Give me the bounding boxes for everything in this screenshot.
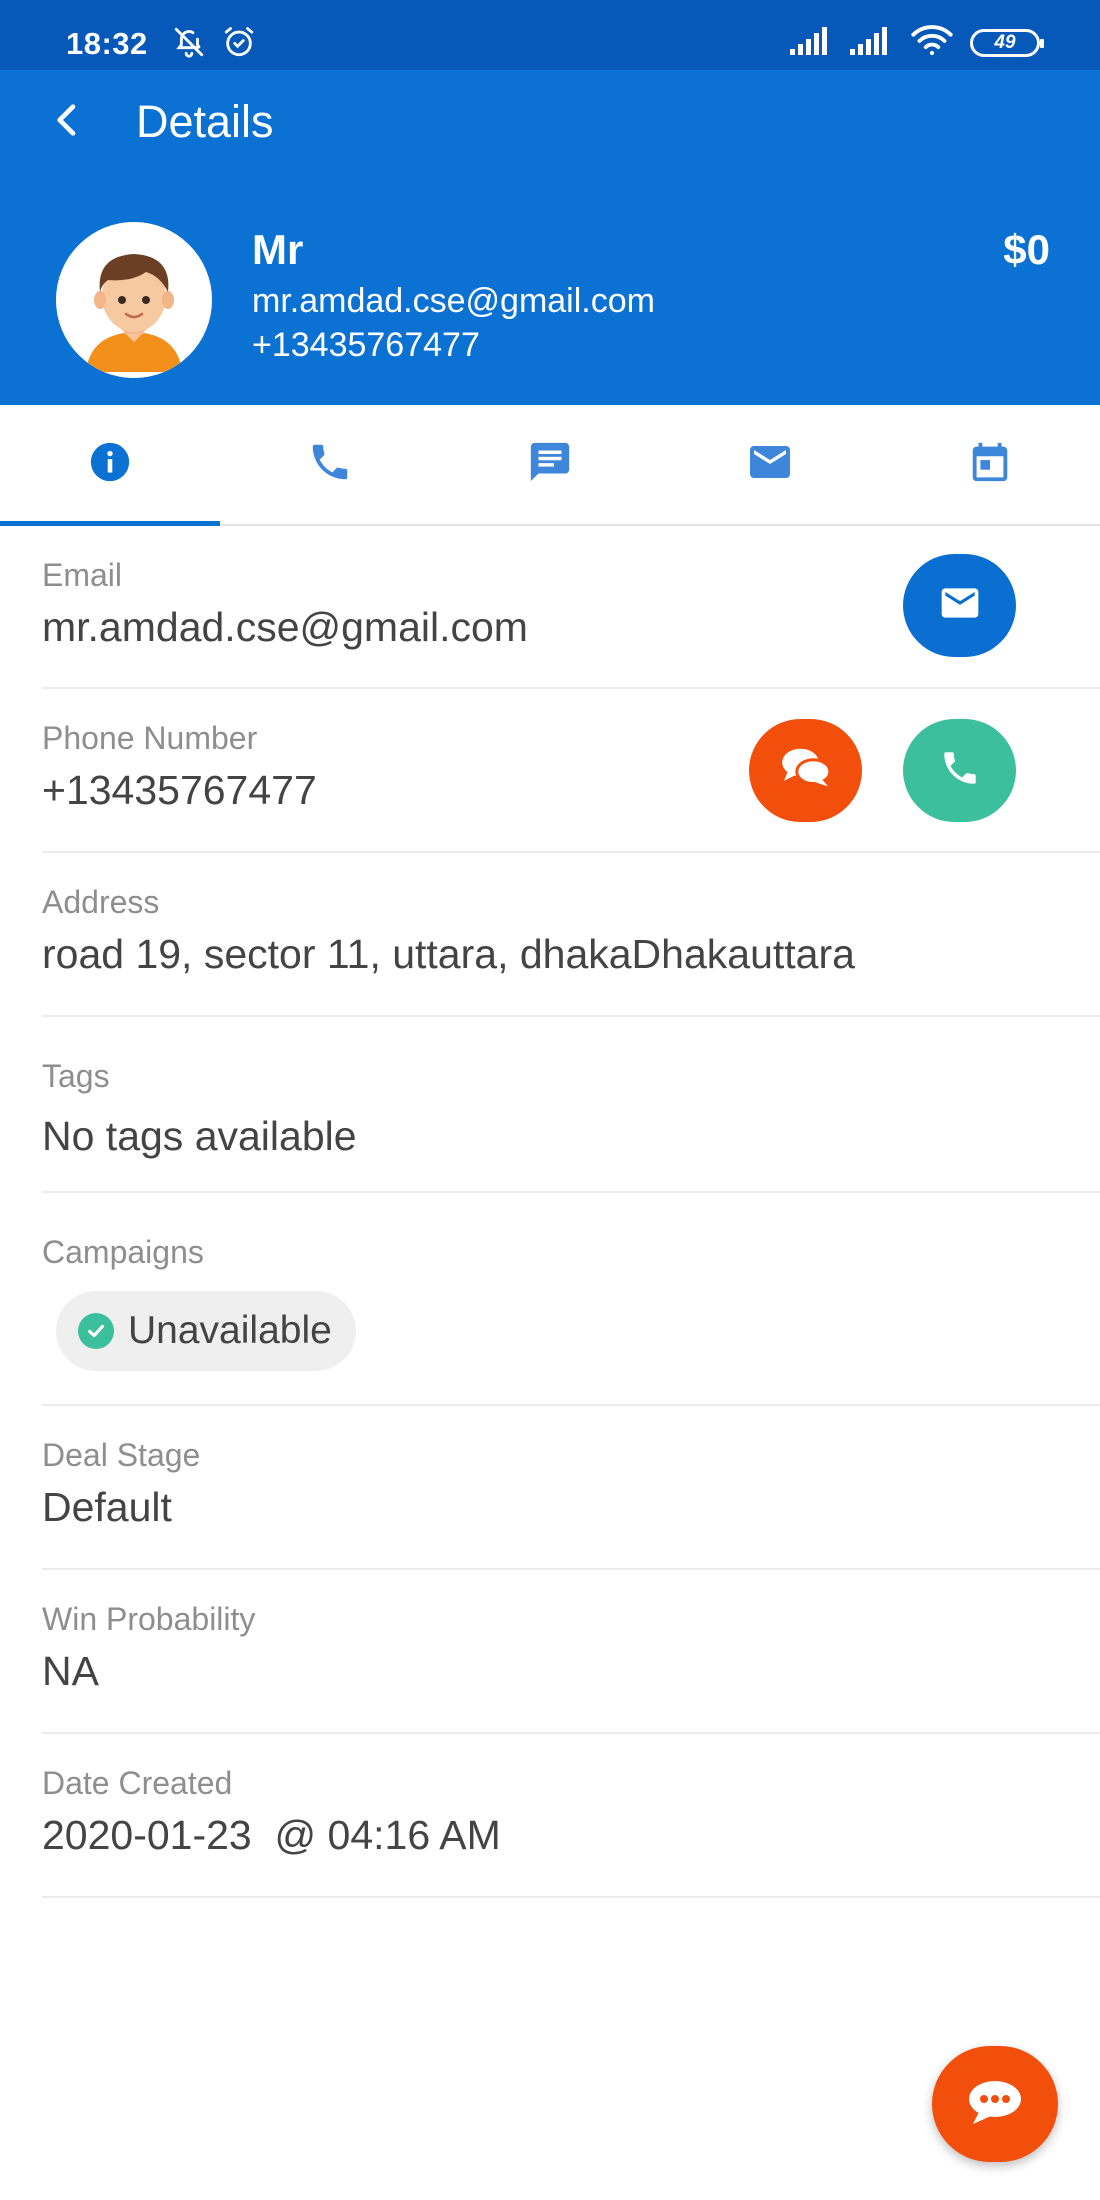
address-label: Address [42, 884, 160, 920]
tab-calendar[interactable] [880, 405, 1100, 524]
signal-icon [850, 25, 894, 60]
status-icons-left [172, 25, 256, 64]
contact-name: Mr [252, 226, 304, 273]
wifi-icon [910, 24, 954, 61]
page-title: Details [136, 96, 274, 147]
call-button[interactable] [903, 719, 1016, 822]
chat-bubbles-icon [780, 746, 832, 795]
status-icons-right: 49 [790, 24, 1044, 61]
win-probability-label: Win Probability [42, 1601, 256, 1637]
campaign-chip[interactable]: Unavailable [56, 1291, 356, 1371]
send-email-button[interactable] [903, 554, 1016, 657]
address-value: road 19, sector 11, uttara, dhakaDhakaut… [42, 931, 855, 977]
tab-emails[interactable] [660, 405, 880, 524]
win-probability-field-row: Win Probability NA [42, 1570, 1100, 1734]
send-sms-button[interactable] [749, 719, 862, 822]
deal-stage-label: Deal Stage [42, 1437, 201, 1473]
alarm-icon [222, 25, 256, 64]
deal-stage-value: Default [42, 1484, 172, 1530]
bell-off-icon [172, 25, 206, 64]
contact-email: mr.amdad.cse@gmail.com [252, 282, 655, 320]
detail-tabs [0, 405, 1100, 526]
info-icon [87, 439, 133, 490]
battery-icon: 49 [970, 28, 1044, 57]
back-button[interactable] [40, 94, 96, 150]
calendar-icon [967, 439, 1013, 490]
tags-field-row: Tags No tags available [42, 1017, 1100, 1193]
tags-label: Tags [42, 1058, 110, 1094]
mail-icon [938, 581, 982, 630]
email-field-row: Email mr.amdad.cse@gmail.com [42, 526, 1100, 689]
address-field-row: Address road 19, sector 11, uttara, dhak… [42, 853, 1100, 1017]
detail-list: Email mr.amdad.cse@gmail.com Phone Numbe… [0, 526, 1100, 1898]
date-created-value: 2020-01-23 @ 04:16 AM [42, 1812, 501, 1858]
check-circle-icon [78, 1313, 114, 1349]
deal-stage-field-row: Deal Stage Default [42, 1406, 1100, 1570]
win-probability-value: NA [42, 1648, 99, 1694]
tab-messages[interactable] [440, 405, 660, 524]
phone-icon [307, 439, 353, 490]
tab-calls[interactable] [220, 405, 440, 524]
campaigns-field-row: Campaigns Unavailable [42, 1193, 1100, 1406]
tags-value: No tags available [42, 1113, 357, 1159]
campaign-chip-label: Unavailable [128, 1309, 332, 1352]
message-icon [527, 439, 573, 490]
mail-icon [746, 438, 794, 491]
contact-phone: +13435767477 [252, 326, 480, 364]
contact-deal-value: $0 [1003, 226, 1050, 273]
chevron-left-icon [48, 100, 88, 145]
phone-icon [939, 747, 981, 794]
battery-level: 49 [994, 31, 1016, 53]
phone-field-row: Phone Number +13435767477 [42, 689, 1100, 853]
chat-fab-button[interactable] [932, 2046, 1058, 2162]
date-created-label: Date Created [42, 1765, 233, 1801]
tab-info[interactable] [0, 405, 220, 526]
chat-bubble-icon [965, 2078, 1025, 2131]
contact-header: Details Mr mr.amdad.cse@gmail.com +13435… [0, 70, 1100, 405]
signal-icon [790, 25, 834, 60]
status-time: 18:32 [66, 26, 148, 61]
avatar [56, 222, 212, 378]
campaigns-label: Campaigns [42, 1234, 204, 1270]
status-bar: 18:32 49 [0, 0, 1100, 70]
date-created-field-row: Date Created 2020-01-23 @ 04:16 AM [42, 1734, 1100, 1898]
